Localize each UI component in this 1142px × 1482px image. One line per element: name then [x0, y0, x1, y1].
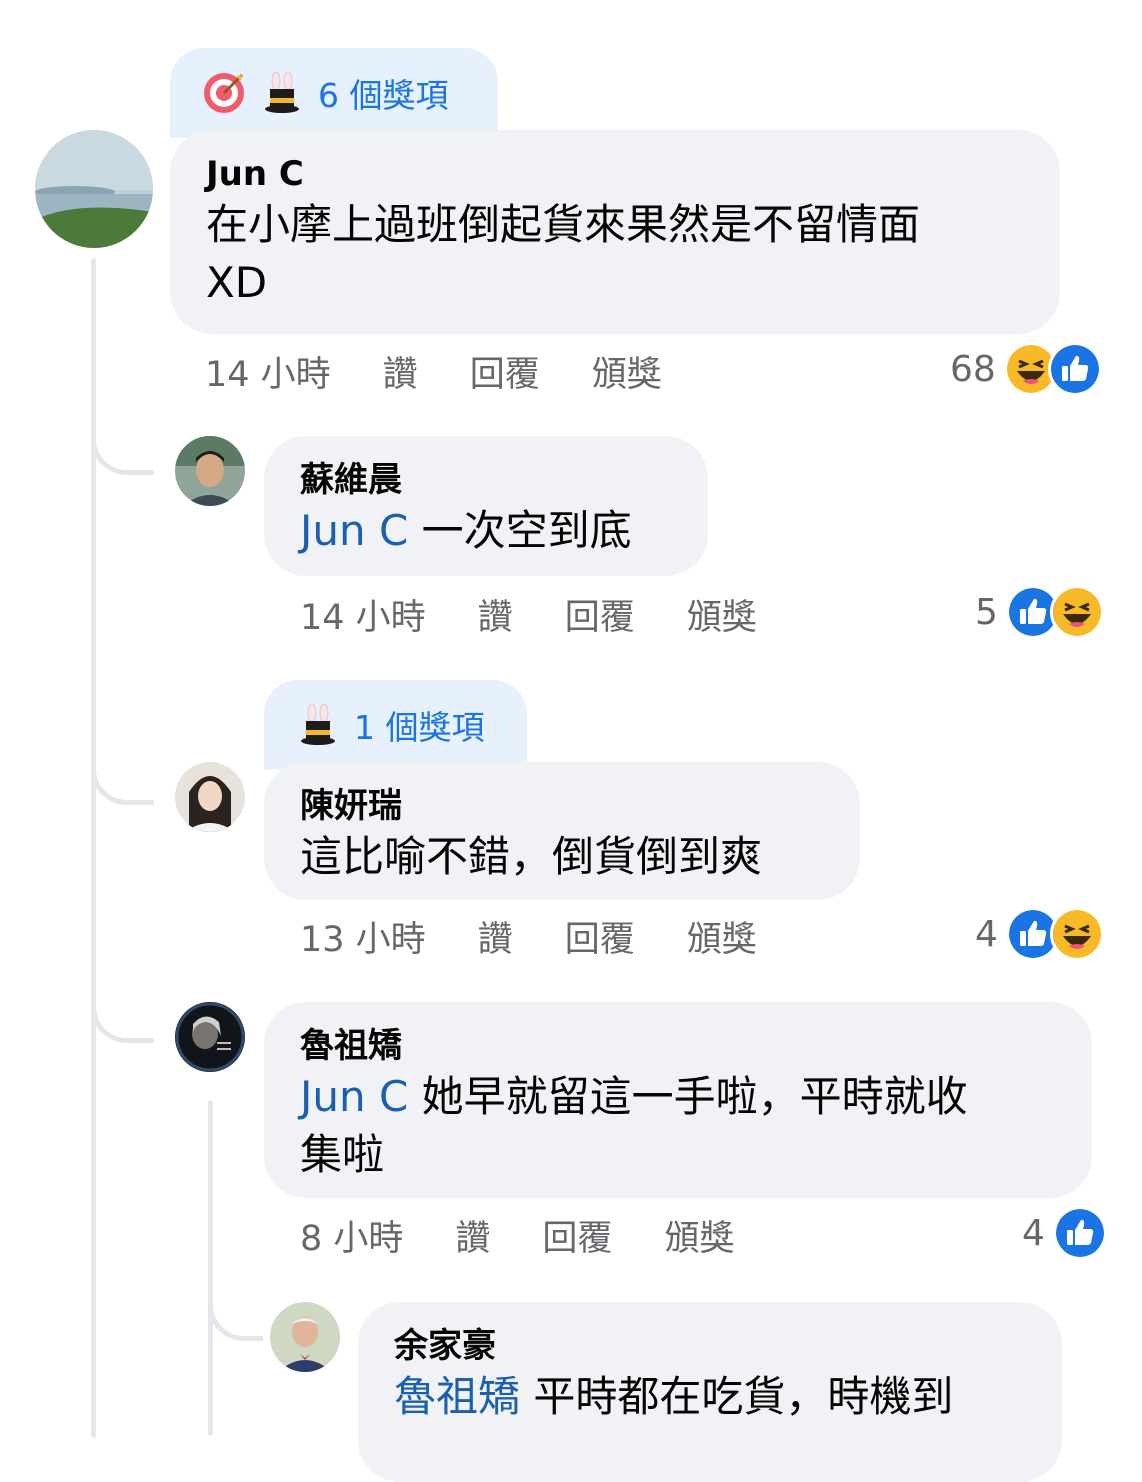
comment-actions: 8 小時 讚 回覆 頒獎	[300, 1210, 786, 1260]
magic-hat-award-icon	[265, 71, 299, 113]
haha-icon	[1049, 907, 1104, 961]
comment-author[interactable]: Jun C	[206, 152, 1024, 196]
like-button[interactable]: 讚	[455, 1210, 490, 1261]
comment-bubble: 魯祖矯 Jun C 她早就留這一手啦，平時就收 集啦	[264, 1002, 1092, 1198]
comment-actions: 14 小時 讚 回覆 頒獎	[300, 589, 809, 639]
thread-branch-3	[91, 968, 154, 1043]
comment-text: 這比喻不錯，倒貨倒到爽	[300, 832, 763, 881]
reaction-summary[interactable]: 4	[1022, 1206, 1107, 1260]
award-tab[interactable]: 6 個獎項	[170, 48, 498, 138]
timestamp[interactable]: 14 小時	[300, 589, 426, 640]
timestamp[interactable]: 14 小時	[205, 346, 331, 397]
avatar[interactable]	[175, 1002, 245, 1072]
award-button[interactable]: 頒獎	[687, 589, 757, 640]
thread-branch-1	[91, 400, 154, 475]
comment-bubble: 陳妍瑞 這比喻不錯，倒貨倒到爽	[264, 762, 860, 900]
haha-icon	[1049, 585, 1104, 639]
reaction-summary[interactable]: 5	[975, 585, 1104, 639]
thread-line-nested	[208, 1100, 213, 1436]
timestamp[interactable]: 8 小時	[300, 1210, 403, 1261]
target-award-icon	[204, 73, 244, 113]
avatar[interactable]	[270, 1302, 340, 1372]
reaction-summary[interactable]: 68	[950, 342, 1102, 396]
award-tab[interactable]: 1 個獎項	[264, 680, 527, 770]
reply-button[interactable]: 回覆	[565, 911, 635, 962]
comment-text: 集啦	[300, 1130, 385, 1179]
cropped-text-top	[380, 0, 680, 2]
avatar[interactable]	[35, 130, 153, 248]
magic-hat-award-icon	[301, 703, 335, 745]
comment-bubble: Jun C 在小摩上過班倒起貨來果然是不留情面 XD	[170, 130, 1060, 334]
like-icon	[1047, 342, 1102, 396]
comment-bubble: 余家豪 魯祖矯 平時都在吃貨，時機到	[358, 1302, 1062, 1482]
like-icon	[1052, 1206, 1107, 1260]
timestamp[interactable]: 13 小時	[300, 911, 426, 962]
award-button[interactable]: 頒獎	[687, 911, 757, 962]
award-button[interactable]: 頒獎	[664, 1210, 734, 1261]
avatar[interactable]	[175, 436, 245, 506]
reply-button[interactable]: 回覆	[470, 346, 540, 397]
avatar[interactable]	[175, 762, 245, 832]
reaction-count: 4	[975, 913, 998, 955]
comment-text: 平時都在吃貨，時機到	[533, 1372, 954, 1421]
like-button[interactable]: 讚	[383, 346, 418, 397]
comment-author[interactable]: 蘇維晨	[300, 458, 672, 502]
reaction-count: 4	[1022, 1212, 1045, 1254]
comment-author[interactable]: 余家豪	[394, 1324, 1026, 1368]
thread-branch-nested	[208, 1270, 263, 1341]
like-button[interactable]: 讚	[478, 589, 513, 640]
comment-text: 在小摩上過班倒起貨來果然是不留情面	[206, 200, 921, 249]
reaction-summary[interactable]: 4	[975, 907, 1104, 961]
reply-button[interactable]: 回覆	[542, 1210, 612, 1261]
like-button[interactable]: 讚	[478, 911, 513, 962]
comment-actions: 13 小時 讚 回覆 頒獎	[300, 911, 809, 961]
comment-text: 她早就留這一手啦，平時就收	[421, 1072, 968, 1121]
comment-author[interactable]: 魯祖矯	[300, 1024, 1056, 1068]
reaction-count: 5	[975, 591, 998, 633]
award-count: 6 個獎項	[318, 76, 449, 115]
mention-link[interactable]: 魯祖矯	[394, 1372, 520, 1421]
comment-text: 一次空到底	[421, 506, 632, 555]
reply-button[interactable]: 回覆	[565, 589, 635, 640]
comment-bubble: 蘇維晨 Jun C 一次空到底	[264, 436, 708, 576]
comment-text: XD	[206, 258, 268, 307]
reaction-count: 68	[950, 348, 996, 390]
mention-link[interactable]: Jun C	[300, 1072, 408, 1121]
comment-author[interactable]: 陳妍瑞	[300, 784, 824, 828]
comment-actions: 14 小時 讚 回覆 頒獎	[205, 346, 714, 396]
award-button[interactable]: 頒獎	[592, 346, 662, 397]
award-count: 1 個獎項	[354, 708, 485, 747]
thread-branch-2	[91, 730, 154, 805]
mention-link[interactable]: Jun C	[300, 506, 408, 555]
